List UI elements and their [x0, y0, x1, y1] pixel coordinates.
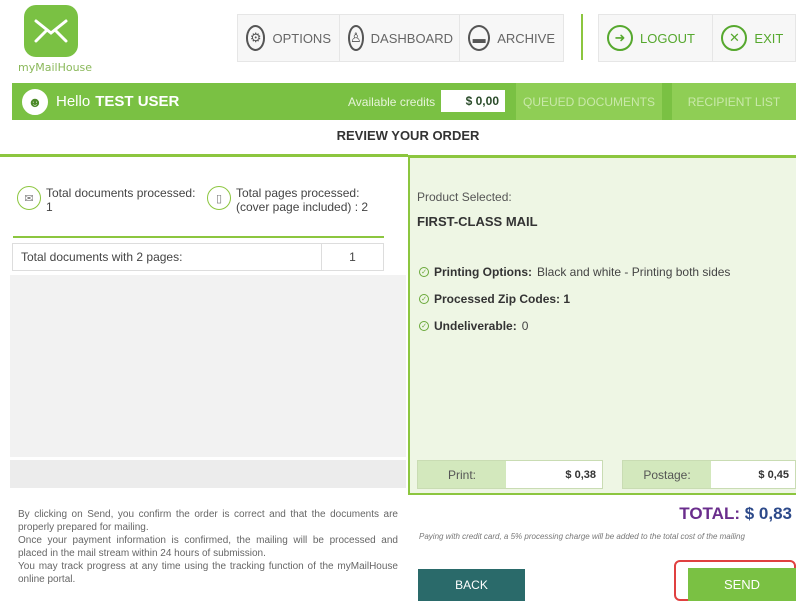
options-button[interactable]: ⚙ OPTIONS — [238, 15, 340, 61]
list-footer — [10, 460, 406, 488]
archive-label: ARCHIVE — [497, 30, 555, 46]
section-divider — [0, 154, 408, 157]
dashboard-button[interactable]: ♙ DASHBOARD — [340, 15, 460, 61]
postage-label: Postage: — [623, 461, 711, 488]
row-value: 1 — [321, 244, 383, 270]
mail-logo-icon — [24, 5, 78, 57]
credits-label: Available credits — [348, 95, 436, 109]
print-price: Print: $ 0,38 — [417, 460, 603, 489]
logo-text: myMailHouse — [18, 61, 93, 74]
documents-processed-stat: ✉ Total documents processed: 1 — [17, 186, 195, 214]
stats-divider — [13, 236, 384, 238]
check-circle-icon: ✓ — [419, 321, 429, 331]
send-button[interactable]: SEND — [688, 568, 796, 601]
page-title: REVIEW YOUR ORDER — [336, 128, 480, 143]
tab-recipient-list[interactable]: RECIPIENT LIST — [672, 83, 796, 120]
total-value: $ 0,83 — [744, 504, 792, 523]
page-icon: ▯ — [207, 186, 231, 210]
greeting: ☻ Hello TEST USER — [22, 88, 180, 115]
product-value: FIRST-CLASS MAIL — [417, 214, 538, 229]
app-logo[interactable]: myMailHouse — [18, 5, 98, 75]
pages-processed-label: Total pages processed: — [236, 186, 360, 200]
send-disclaimer: By clicking on Send, you confirm the ord… — [18, 508, 398, 586]
disclaimer-line: Once your payment information is confirm… — [18, 535, 398, 559]
option-value: 0 — [521, 319, 529, 333]
table-row: Total documents with 2 pages: 1 — [12, 243, 384, 271]
pages-processed-value: (cover page included) : 2 — [236, 200, 369, 214]
documents-list-area — [10, 275, 406, 457]
postage-price: Postage: $ 0,45 — [622, 460, 796, 489]
avatar-icon: ☻ — [22, 88, 48, 115]
documents-processed-label: Total documents processed: — [46, 186, 196, 200]
option-label: Printing Options: — [434, 265, 532, 279]
session-nav: ➜ LOGOUT ✕ EXIT — [598, 14, 796, 62]
disclaimer-line: You may track progress at any time using… — [18, 561, 398, 585]
credits-value: $ 0,00 — [441, 90, 505, 112]
options-label: OPTIONS — [272, 30, 331, 46]
archive-box-icon: ▬ — [468, 25, 491, 51]
archive-button[interactable]: ▬ ARCHIVE — [460, 15, 563, 61]
print-label: Print: — [418, 461, 506, 488]
disclaimer-line: By clicking on Send, you confirm the ord… — [18, 509, 398, 533]
row-label: Total documents with 2 pages: — [21, 250, 183, 264]
product-label: Product Selected: — [417, 190, 512, 204]
option-printing: ✓ Printing Options: Black and white - Pr… — [419, 265, 730, 279]
postage-value: $ 0,45 — [711, 461, 795, 488]
hello-label: Hello — [56, 93, 91, 110]
documents-processed-value: 1 — [46, 200, 53, 214]
close-icon: ✕ — [721, 25, 748, 51]
pages-processed-stat: ▯ Total pages processed: (cover page inc… — [207, 186, 368, 214]
credit-card-note: Paying with credit card, a 5% processing… — [419, 532, 745, 541]
option-undeliverable: ✓ Undeliverable: 0 — [419, 319, 528, 333]
user-name: TEST USER — [95, 93, 180, 110]
tab-queued-documents[interactable]: QUEUED DOCUMENTS — [516, 83, 662, 120]
user-bar: ☻ Hello TEST USER Available credits $ 0,… — [12, 83, 796, 120]
print-value: $ 0,38 — [506, 461, 602, 488]
dashboard-label: DASHBOARD — [370, 30, 454, 46]
back-button[interactable]: BACK — [418, 569, 525, 601]
user-icon: ♙ — [348, 25, 364, 51]
option-label: Undeliverable: — [434, 319, 517, 333]
total-divider — [408, 493, 796, 495]
check-circle-icon: ✓ — [419, 267, 429, 277]
exit-label: EXIT — [754, 30, 784, 46]
option-value: Black and white - Printing both sides — [537, 265, 731, 279]
option-label: Processed Zip Codes: 1 — [434, 292, 571, 306]
nav-divider — [581, 14, 583, 60]
option-zip-codes: ✓ Processed Zip Codes: 1 — [419, 292, 575, 306]
total-label: TOTAL: — [679, 504, 740, 523]
check-circle-icon: ✓ — [419, 294, 429, 304]
main-nav: ⚙ OPTIONS ♙ DASHBOARD ▬ ARCHIVE — [237, 14, 564, 62]
logout-button[interactable]: ➜ LOGOUT — [599, 15, 714, 61]
order-total: TOTAL: $ 0,83 — [679, 504, 792, 524]
gear-icon: ⚙ — [246, 25, 266, 51]
logout-arrow-icon: ➜ — [607, 25, 633, 51]
logout-label: LOGOUT — [640, 30, 695, 46]
envelope-icon: ✉ — [17, 186, 41, 210]
exit-button[interactable]: ✕ EXIT — [713, 15, 795, 61]
